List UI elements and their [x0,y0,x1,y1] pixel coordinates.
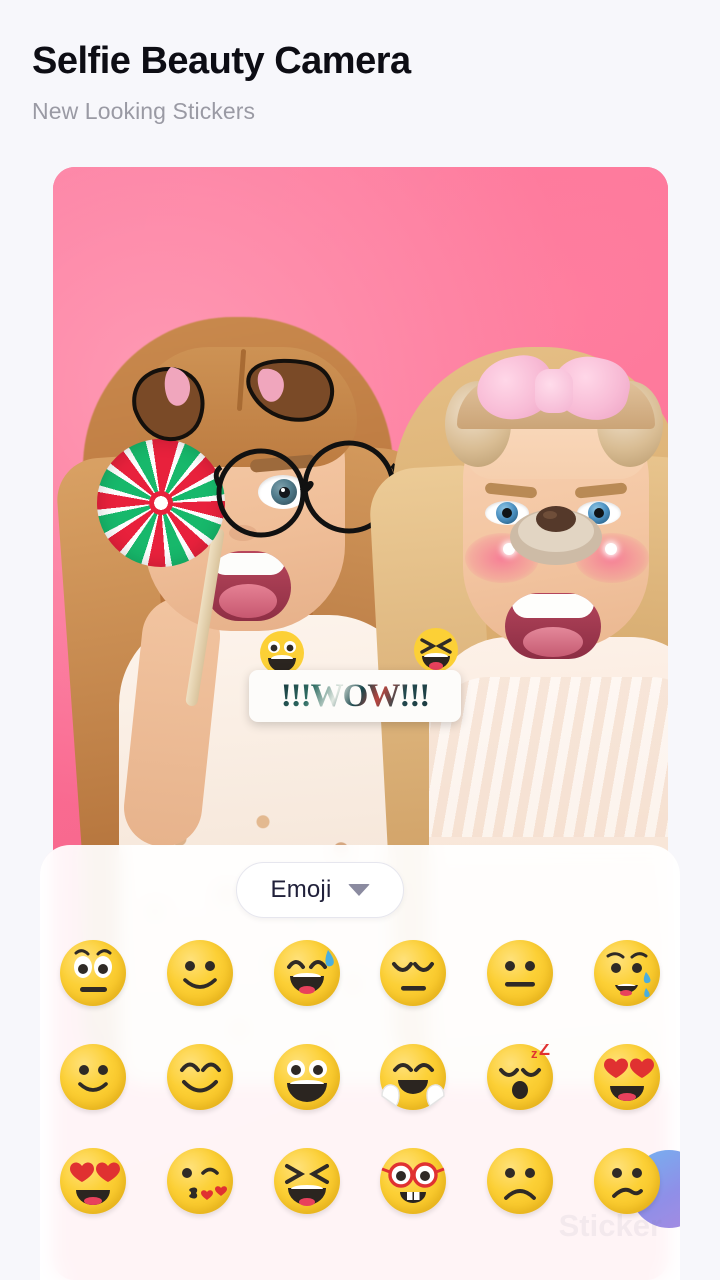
emoji-grid: z Z [40,940,680,1214]
pensive-face-emoji[interactable] [380,940,447,1006]
grinning-face-emoji[interactable] [273,1044,340,1110]
confused-face-emoji[interactable] [593,1148,660,1214]
crying-face-emoji[interactable] [593,940,660,1006]
sparkle-icon-right [605,543,617,555]
category-label: Emoji [270,876,332,903]
wow-text-card: !!!WOW!!! [249,670,461,722]
blush-smiling-face-emoji[interactable] [166,1044,233,1110]
worried-face-emoji[interactable] [60,940,127,1006]
bow-knot [535,369,573,413]
grinning-sweat-face-emoji[interactable] [273,940,340,1006]
frowning-face-emoji[interactable] [486,1148,553,1214]
squinting-laugh-emoji [414,628,458,672]
hugging-face-emoji[interactable] [380,1044,447,1110]
lollipop-center [149,491,173,515]
heart-eyes-face-emoji[interactable] [60,1148,127,1214]
sleeping-face-emoji[interactable]: z Z [486,1039,553,1110]
dog-nose-sticker[interactable] [508,497,604,567]
page-header: Selfie Beauty Camera New Looking Sticker… [0,0,720,125]
page-subtitle: New Looking Stickers [32,97,256,124]
svg-text:Z: Z [539,1044,550,1059]
slightly-smiling-face-emoji[interactable] [166,940,233,1006]
category-dropdown[interactable]: Emoji [236,862,404,918]
nerd-face-emoji[interactable] [380,1148,447,1214]
squinting-laugh-face-emoji[interactable] [273,1148,340,1214]
heart-eyes-face-emoji[interactable] [593,1044,660,1110]
wow-text-sticker[interactable]: !!!WOW!!! [249,622,479,727]
page-title: Selfie Beauty Camera [32,40,411,82]
left-person-tongue [219,584,277,618]
right-person-tongue [523,627,583,657]
svg-text:z: z [531,1046,538,1061]
right-person-teeth [512,594,594,618]
left-person-teeth [211,553,285,575]
kiss-blowing-heart-emoji[interactable] [166,1148,233,1214]
right-person-mouth [505,593,601,659]
smiling-face-emoji[interactable] [60,1044,127,1110]
chevron-down-icon [347,884,370,896]
neutral-face-emoji[interactable] [486,940,553,1006]
wow-label: !!!WOW!!! [280,677,431,714]
